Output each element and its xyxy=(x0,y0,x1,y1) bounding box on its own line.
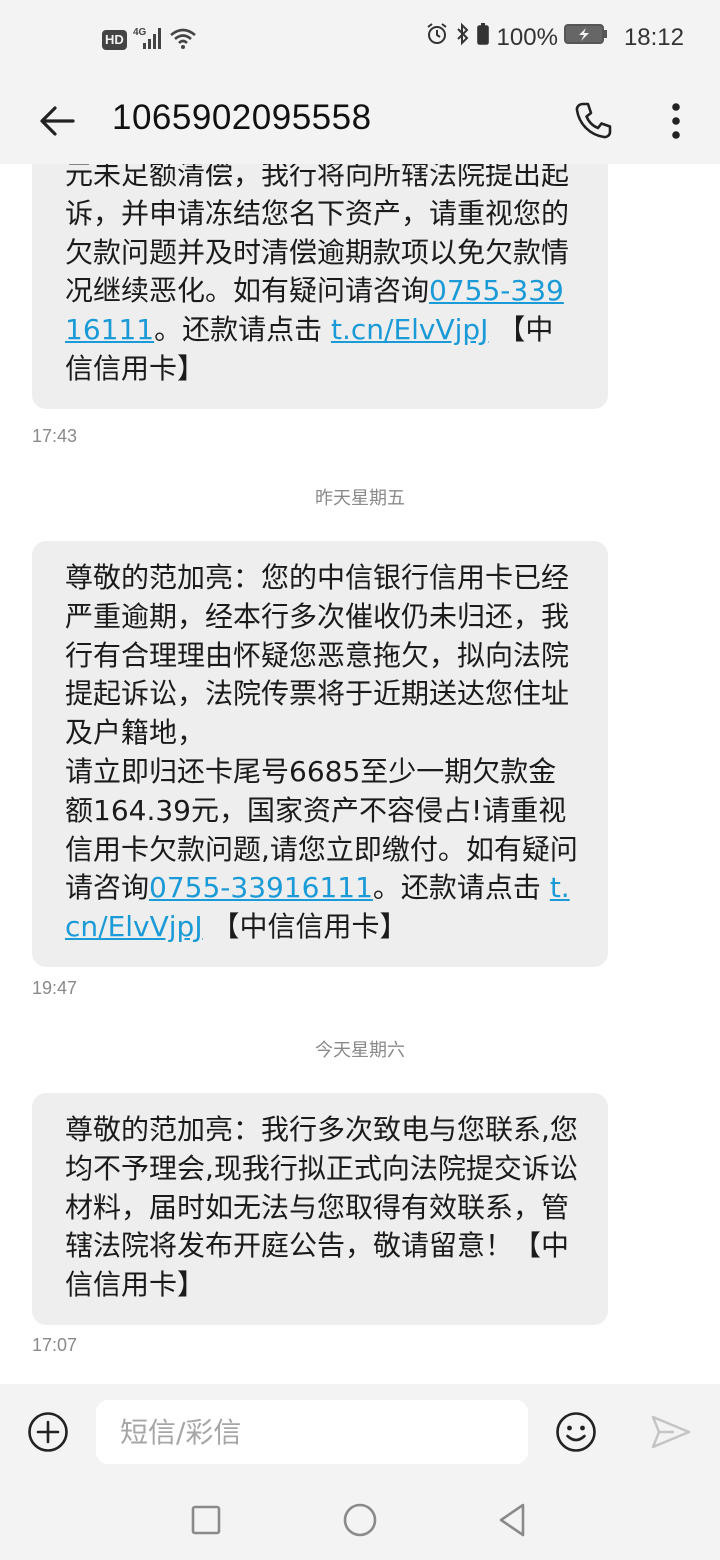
message-text: 尊敬的范加亮：您的中信银行信用卡已经严重逾期，经本行多次催收仍未归还，我行有合理… xyxy=(65,561,570,750)
send-icon xyxy=(651,1415,691,1449)
network-type-label: 4G xyxy=(133,27,147,38)
send-button[interactable] xyxy=(648,1410,694,1454)
signal-icon: 4G xyxy=(133,26,163,54)
nav-back-button[interactable] xyxy=(490,1498,534,1542)
status-bar: HD 4G 100% 18:12 xyxy=(0,0,720,84)
nav-home-button[interactable] xyxy=(338,1498,382,1542)
battery-charging-icon xyxy=(563,23,608,52)
alarm-icon xyxy=(425,22,449,53)
message-bubble[interactable]: 元未足额清偿，我行将向所辖法院提出起诉，并申请冻结您名下资产，请重视您的欠款问题… xyxy=(32,164,608,409)
more-vertical-icon xyxy=(672,103,680,139)
message-text: 【中信信用卡】 xyxy=(202,910,408,944)
message-bubble[interactable]: 尊敬的范加亮：您的中信银行信用卡已经严重逾期，经本行多次催收仍未归还，我行有合理… xyxy=(32,541,608,967)
emoji-button[interactable] xyxy=(554,1410,598,1454)
hd-badge: HD xyxy=(102,30,127,50)
message-text: 。还款请点击 xyxy=(154,313,331,347)
composer-bar xyxy=(0,1384,720,1480)
message-text: 尊敬的范加亮：我行多次致电与您联系,您均不予理会,现我行拟正式向法院提交诉讼材料… xyxy=(65,1113,578,1302)
nav-recent-button[interactable] xyxy=(184,1498,228,1542)
message-timestamp: 19:47 xyxy=(32,978,78,998)
more-options-button[interactable] xyxy=(652,94,700,148)
message-list[interactable]: 元未足额清偿，我行将向所辖法院提出起诉，并申请冻结您名下资产，请重视您的欠款问题… xyxy=(0,164,720,1384)
smiley-icon xyxy=(556,1412,596,1452)
status-right-group: 100% 18:12 xyxy=(425,22,684,53)
plus-circle-icon xyxy=(28,1412,68,1452)
message-text: 。还款请点击 xyxy=(372,871,550,905)
url-link[interactable]: t.cn/ElvVjpJ xyxy=(331,313,488,346)
arrow-left-icon xyxy=(40,106,75,136)
triangle-back-icon xyxy=(499,1503,525,1537)
contact-number: 1065902095558 xyxy=(112,98,372,137)
message-bubble[interactable]: 尊敬的范加亮：我行多次致电与您联系,您均不予理会,现我行拟正式向法院提交诉讼材料… xyxy=(32,1093,608,1325)
status-left-group: HD 4G xyxy=(102,26,199,54)
square-icon xyxy=(191,1505,221,1535)
system-nav-bar xyxy=(0,1480,720,1560)
battery-percent: 100% xyxy=(496,23,558,51)
phone-link[interactable]: 0755-33916111 xyxy=(149,871,373,904)
date-separator: 今天星期六 xyxy=(315,1040,405,1061)
add-attachment-button[interactable] xyxy=(26,1410,70,1454)
call-button[interactable] xyxy=(566,94,620,148)
date-separator: 昨天星期五 xyxy=(315,488,405,509)
conversation-header: 1065902095558 xyxy=(0,84,720,164)
message-timestamp: 17:43 xyxy=(32,426,78,446)
wifi-icon xyxy=(169,26,199,54)
battery-small-icon xyxy=(476,22,489,53)
circle-icon xyxy=(343,1503,377,1537)
message-input[interactable] xyxy=(96,1400,528,1464)
message-timestamp: 17:07 xyxy=(32,1335,78,1355)
phone-icon xyxy=(575,102,612,139)
back-button[interactable] xyxy=(30,94,84,148)
bluetooth-icon xyxy=(455,22,471,53)
clock: 18:12 xyxy=(623,23,684,51)
